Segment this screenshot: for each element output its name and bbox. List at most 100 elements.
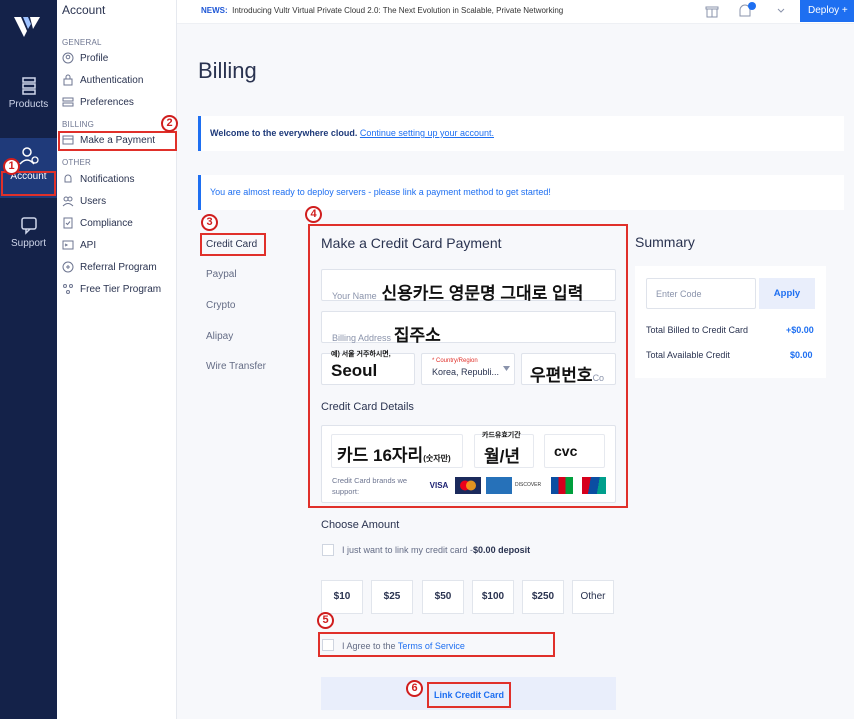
amount-100-button[interactable]: $100 xyxy=(472,580,514,614)
country-label: * Country/Region xyxy=(432,358,478,364)
tab-paypal[interactable]: Paypal xyxy=(206,269,237,280)
vultr-logo-icon[interactable] xyxy=(12,14,42,40)
page-title: Billing xyxy=(198,58,257,83)
api-icon xyxy=(62,240,74,250)
annotation-badge-2: 2 xyxy=(161,115,178,132)
preferences-icon xyxy=(62,97,74,107)
nav-products-label: Products xyxy=(8,99,49,110)
city-hint: 예) 서울 거주하시면, xyxy=(331,351,391,358)
profile-icon xyxy=(62,52,74,64)
unionpay-logo xyxy=(582,477,606,494)
name-placeholder: Your Name xyxy=(332,291,377,301)
annotation-badge-5: 5 xyxy=(317,612,334,629)
users-icon xyxy=(62,196,74,207)
compliance-icon xyxy=(63,217,73,229)
bell-notification-icon[interactable] xyxy=(737,2,757,20)
tab-crypto[interactable]: Crypto xyxy=(206,300,235,311)
nav-products[interactable]: Products xyxy=(0,68,57,124)
annotation-box-3 xyxy=(200,233,266,256)
card-number-input[interactable]: 카드 16자리(숫자만) xyxy=(331,434,463,468)
annotation-badge-4: 4 xyxy=(305,206,322,223)
billed-label: Total Billed to Credit Card xyxy=(646,325,749,335)
billing-address-input[interactable]: Billing Address 집주소 xyxy=(321,311,616,345)
account-icon xyxy=(18,147,39,165)
cc-details-heading: Credit Card Details xyxy=(321,401,414,413)
card-number-note: 카드 16자리 xyxy=(337,446,424,465)
link-credit-card-button[interactable]: Link Credit Card xyxy=(427,682,511,708)
promo-code-input[interactable]: Enter Code xyxy=(646,278,756,309)
country-caret-icon xyxy=(503,366,510,371)
subnav-authentication[interactable]: Authentication xyxy=(62,72,143,88)
subnav-title: Account xyxy=(62,3,106,17)
section-billing: BILLING xyxy=(62,120,95,129)
mastercard-icon xyxy=(460,480,476,491)
brands-text: Credit Card brands we support: xyxy=(332,476,408,496)
amount-250-button[interactable]: $250 xyxy=(522,580,564,614)
annotation-badge-3: 3 xyxy=(201,214,218,231)
subnav-profile[interactable]: Profile xyxy=(62,50,108,66)
news-ticker[interactable]: NEWS: Introducing Vultr Virtual Private … xyxy=(201,6,563,15)
visa-logo: VISA xyxy=(426,477,452,494)
welcome-banner: Welcome to the everywhere cloud. Continu… xyxy=(198,116,844,151)
jcb-logo xyxy=(551,477,573,494)
nav-support-label: Support xyxy=(10,238,47,249)
discover-logo: DISCOVER xyxy=(515,477,541,494)
amount-25-button[interactable]: $25 xyxy=(371,580,413,614)
amount-other-button[interactable]: Other xyxy=(572,580,614,614)
subnav-referral-label: Referral Program xyxy=(80,261,157,273)
summary-title: Summary xyxy=(635,234,695,250)
tab-wire-transfer[interactable]: Wire Transfer xyxy=(206,361,266,372)
promo-code-placeholder: Enter Code xyxy=(656,289,702,299)
available-label: Total Available Credit xyxy=(646,350,730,360)
zip-input[interactable]: 우편번호Co xyxy=(521,353,616,385)
amount-50-button[interactable]: $50 xyxy=(422,580,464,614)
subnav-referral[interactable]: Referral Program xyxy=(62,259,157,275)
cvc-input[interactable]: cvc xyxy=(544,434,605,468)
welcome-bold: Welcome to the everywhere cloud. xyxy=(210,128,358,138)
form-title: Make a Credit Card Payment xyxy=(321,235,502,251)
annotation-badge-1: 1 xyxy=(3,158,20,175)
link-only-label: I just want to link my credit card -$0.0… xyxy=(342,545,530,555)
notice-banner: You are almost ready to deploy servers -… xyxy=(198,175,844,210)
subnav-notifications-label: Notifications xyxy=(80,173,135,185)
subnav-preferences-label: Preferences xyxy=(80,96,134,108)
subnav-compliance[interactable]: Compliance xyxy=(62,215,133,231)
address-note: 집주소 xyxy=(393,326,441,345)
news-text: Introducing Vultr Virtual Private Cloud … xyxy=(232,6,564,15)
subnav-profile-label: Profile xyxy=(80,52,109,64)
subnav-users-label: Users xyxy=(80,195,107,207)
apply-button[interactable]: Apply xyxy=(759,278,815,309)
referral-icon xyxy=(62,261,74,273)
annotation-badge-6: 6 xyxy=(406,680,423,697)
deploy-button[interactable]: Deploy + xyxy=(800,0,854,22)
section-other: OTHER xyxy=(62,158,91,167)
subnav-free-tier-label: Free Tier Program xyxy=(80,283,162,295)
subnav-notifications[interactable]: Notifications xyxy=(62,171,134,187)
name-note: 신용카드 영문명 그대로 입력 xyxy=(381,284,584,303)
bell-icon xyxy=(64,174,72,183)
chevron-down-icon[interactable] xyxy=(777,8,785,14)
zip-note: 우편번호 xyxy=(530,366,593,385)
subnav-users[interactable]: Users xyxy=(62,193,106,209)
subnav-api[interactable]: API xyxy=(62,237,96,253)
subnav-free-tier[interactable]: Free Tier Program xyxy=(62,281,161,297)
products-icon xyxy=(21,77,36,95)
support-icon xyxy=(20,217,37,235)
free-tier-icon xyxy=(63,284,73,294)
amount-10-button[interactable]: $10 xyxy=(321,580,363,614)
gift-icon[interactable] xyxy=(705,4,719,18)
link-only-bold: $0.00 deposit xyxy=(473,545,531,555)
expiry-note: 월/년 xyxy=(484,447,521,466)
link-only-checkbox[interactable] xyxy=(322,544,334,556)
billed-value: +$0.00 xyxy=(786,325,814,335)
country-select[interactable]: * Country/Region Korea, Republi... xyxy=(421,353,515,385)
name-input[interactable]: Your Name 신용카드 영문명 그대로 입력 xyxy=(321,269,616,303)
continue-setup-link[interactable]: Continue setting up your account. xyxy=(360,128,494,138)
amex-logo xyxy=(486,477,512,494)
nav-support[interactable]: Support xyxy=(0,207,57,263)
subnav-preferences[interactable]: Preferences xyxy=(62,94,134,110)
tab-alipay[interactable]: Alipay xyxy=(206,331,233,342)
address-placeholder: Billing Address xyxy=(332,333,392,343)
city-value: Seoul xyxy=(331,361,378,380)
subnav-authentication-label: Authentication xyxy=(80,74,144,86)
